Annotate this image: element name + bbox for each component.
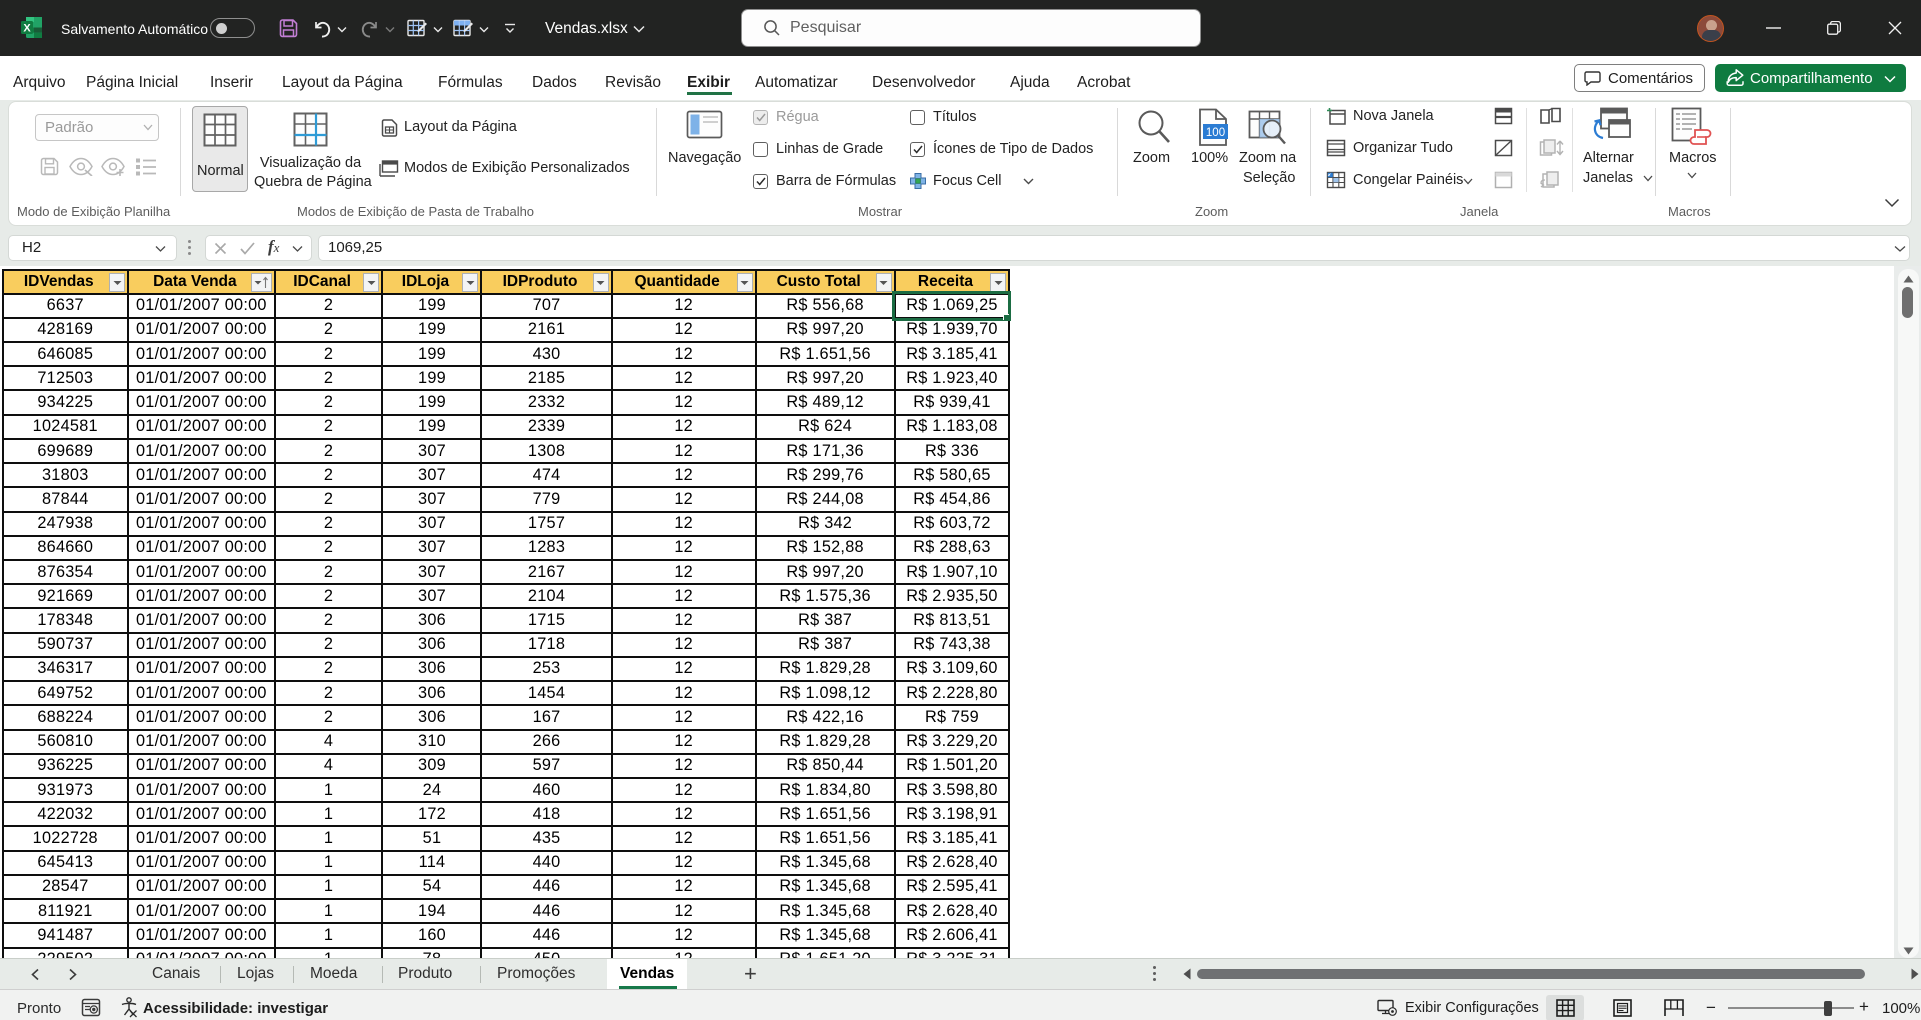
svg-text:X: X <box>23 23 31 35</box>
svg-text:100: 100 <box>1206 127 1225 139</box>
